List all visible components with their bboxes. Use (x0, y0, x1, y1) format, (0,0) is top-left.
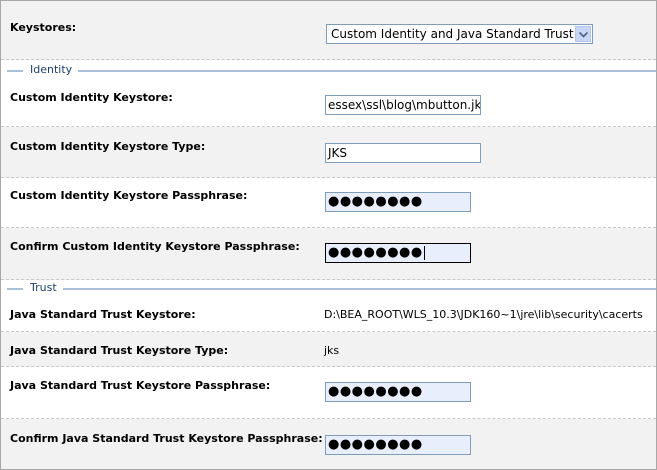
identity-type-input[interactable]: JKS (325, 143, 481, 163)
trust-confirm-input[interactable]: ●●●●●●●● (325, 435, 471, 455)
chevron-down-icon[interactable] (575, 26, 591, 42)
trust-legend-line (7, 288, 656, 290)
trust-keystore-label: Java Standard Trust Keystore: (10, 308, 196, 321)
identity-legend: Identity (23, 63, 79, 76)
identity-type-label: Custom Identity Keystore Type: (10, 140, 206, 153)
trust-passphrase-row: Java Standard Trust Keystore Passphrase:… (1, 367, 656, 419)
identity-confirm-row: Confirm Custom Identity Keystore Passphr… (1, 228, 656, 280)
trust-passphrase-input[interactable]: ●●●●●●●● (325, 382, 471, 402)
keystores-label: Keystores: (10, 21, 77, 34)
identity-type-row: Custom Identity Keystore Type: JKS (1, 127, 656, 178)
identity-confirm-value: ●●●●●●●● (328, 245, 423, 260)
trust-passphrase-label: Java Standard Trust Keystore Passphrase: (10, 379, 271, 392)
trust-legend: Trust (23, 281, 63, 294)
trust-keystore-row: Java Standard Trust Keystore: D:\BEA_ROO… (1, 298, 656, 332)
identity-passphrase-label: Custom Identity Keystore Passphrase: (10, 189, 248, 202)
trust-confirm-row: Confirm Java Standard Trust Keystore Pas… (1, 419, 656, 469)
identity-keystore-row: Custom Identity Keystore: essex\ssl\blog… (1, 80, 656, 127)
trust-type-value: jks (324, 344, 340, 357)
trust-type-row: Java Standard Trust Keystore Type: jks (1, 332, 656, 367)
keystores-select[interactable]: Custom Identity and Java Standard Trust (326, 24, 593, 44)
identity-confirm-input[interactable]: ●●●●●●●● (325, 243, 471, 263)
identity-confirm-label: Confirm Custom Identity Keystore Passphr… (10, 240, 300, 253)
identity-passphrase-row: Custom Identity Keystore Passphrase: ●●●… (1, 178, 656, 228)
trust-keystore-value: D:\BEA_ROOT\WLS_10.3\JDK160~1\jre\lib\se… (324, 308, 643, 321)
trust-section-header: Trust (1, 281, 656, 295)
keystores-select-value: Custom Identity and Java Standard Trust (331, 27, 574, 41)
identity-keystore-input[interactable]: essex\ssl\blog\mbutton.jks (325, 95, 481, 115)
identity-keystore-label: Custom Identity Keystore: (10, 91, 173, 104)
identity-legend-line (7, 70, 656, 72)
text-caret (423, 245, 425, 260)
keystore-settings-panel: Keystores: Custom Identity and Java Stan… (0, 0, 657, 470)
identity-passphrase-input[interactable]: ●●●●●●●● (325, 192, 471, 212)
keystores-row: Keystores: Custom Identity and Java Stan… (1, 1, 656, 60)
identity-section-header: Identity (1, 63, 656, 77)
trust-type-label: Java Standard Trust Keystore Type: (10, 344, 229, 357)
trust-confirm-label: Confirm Java Standard Trust Keystore Pas… (10, 432, 323, 445)
